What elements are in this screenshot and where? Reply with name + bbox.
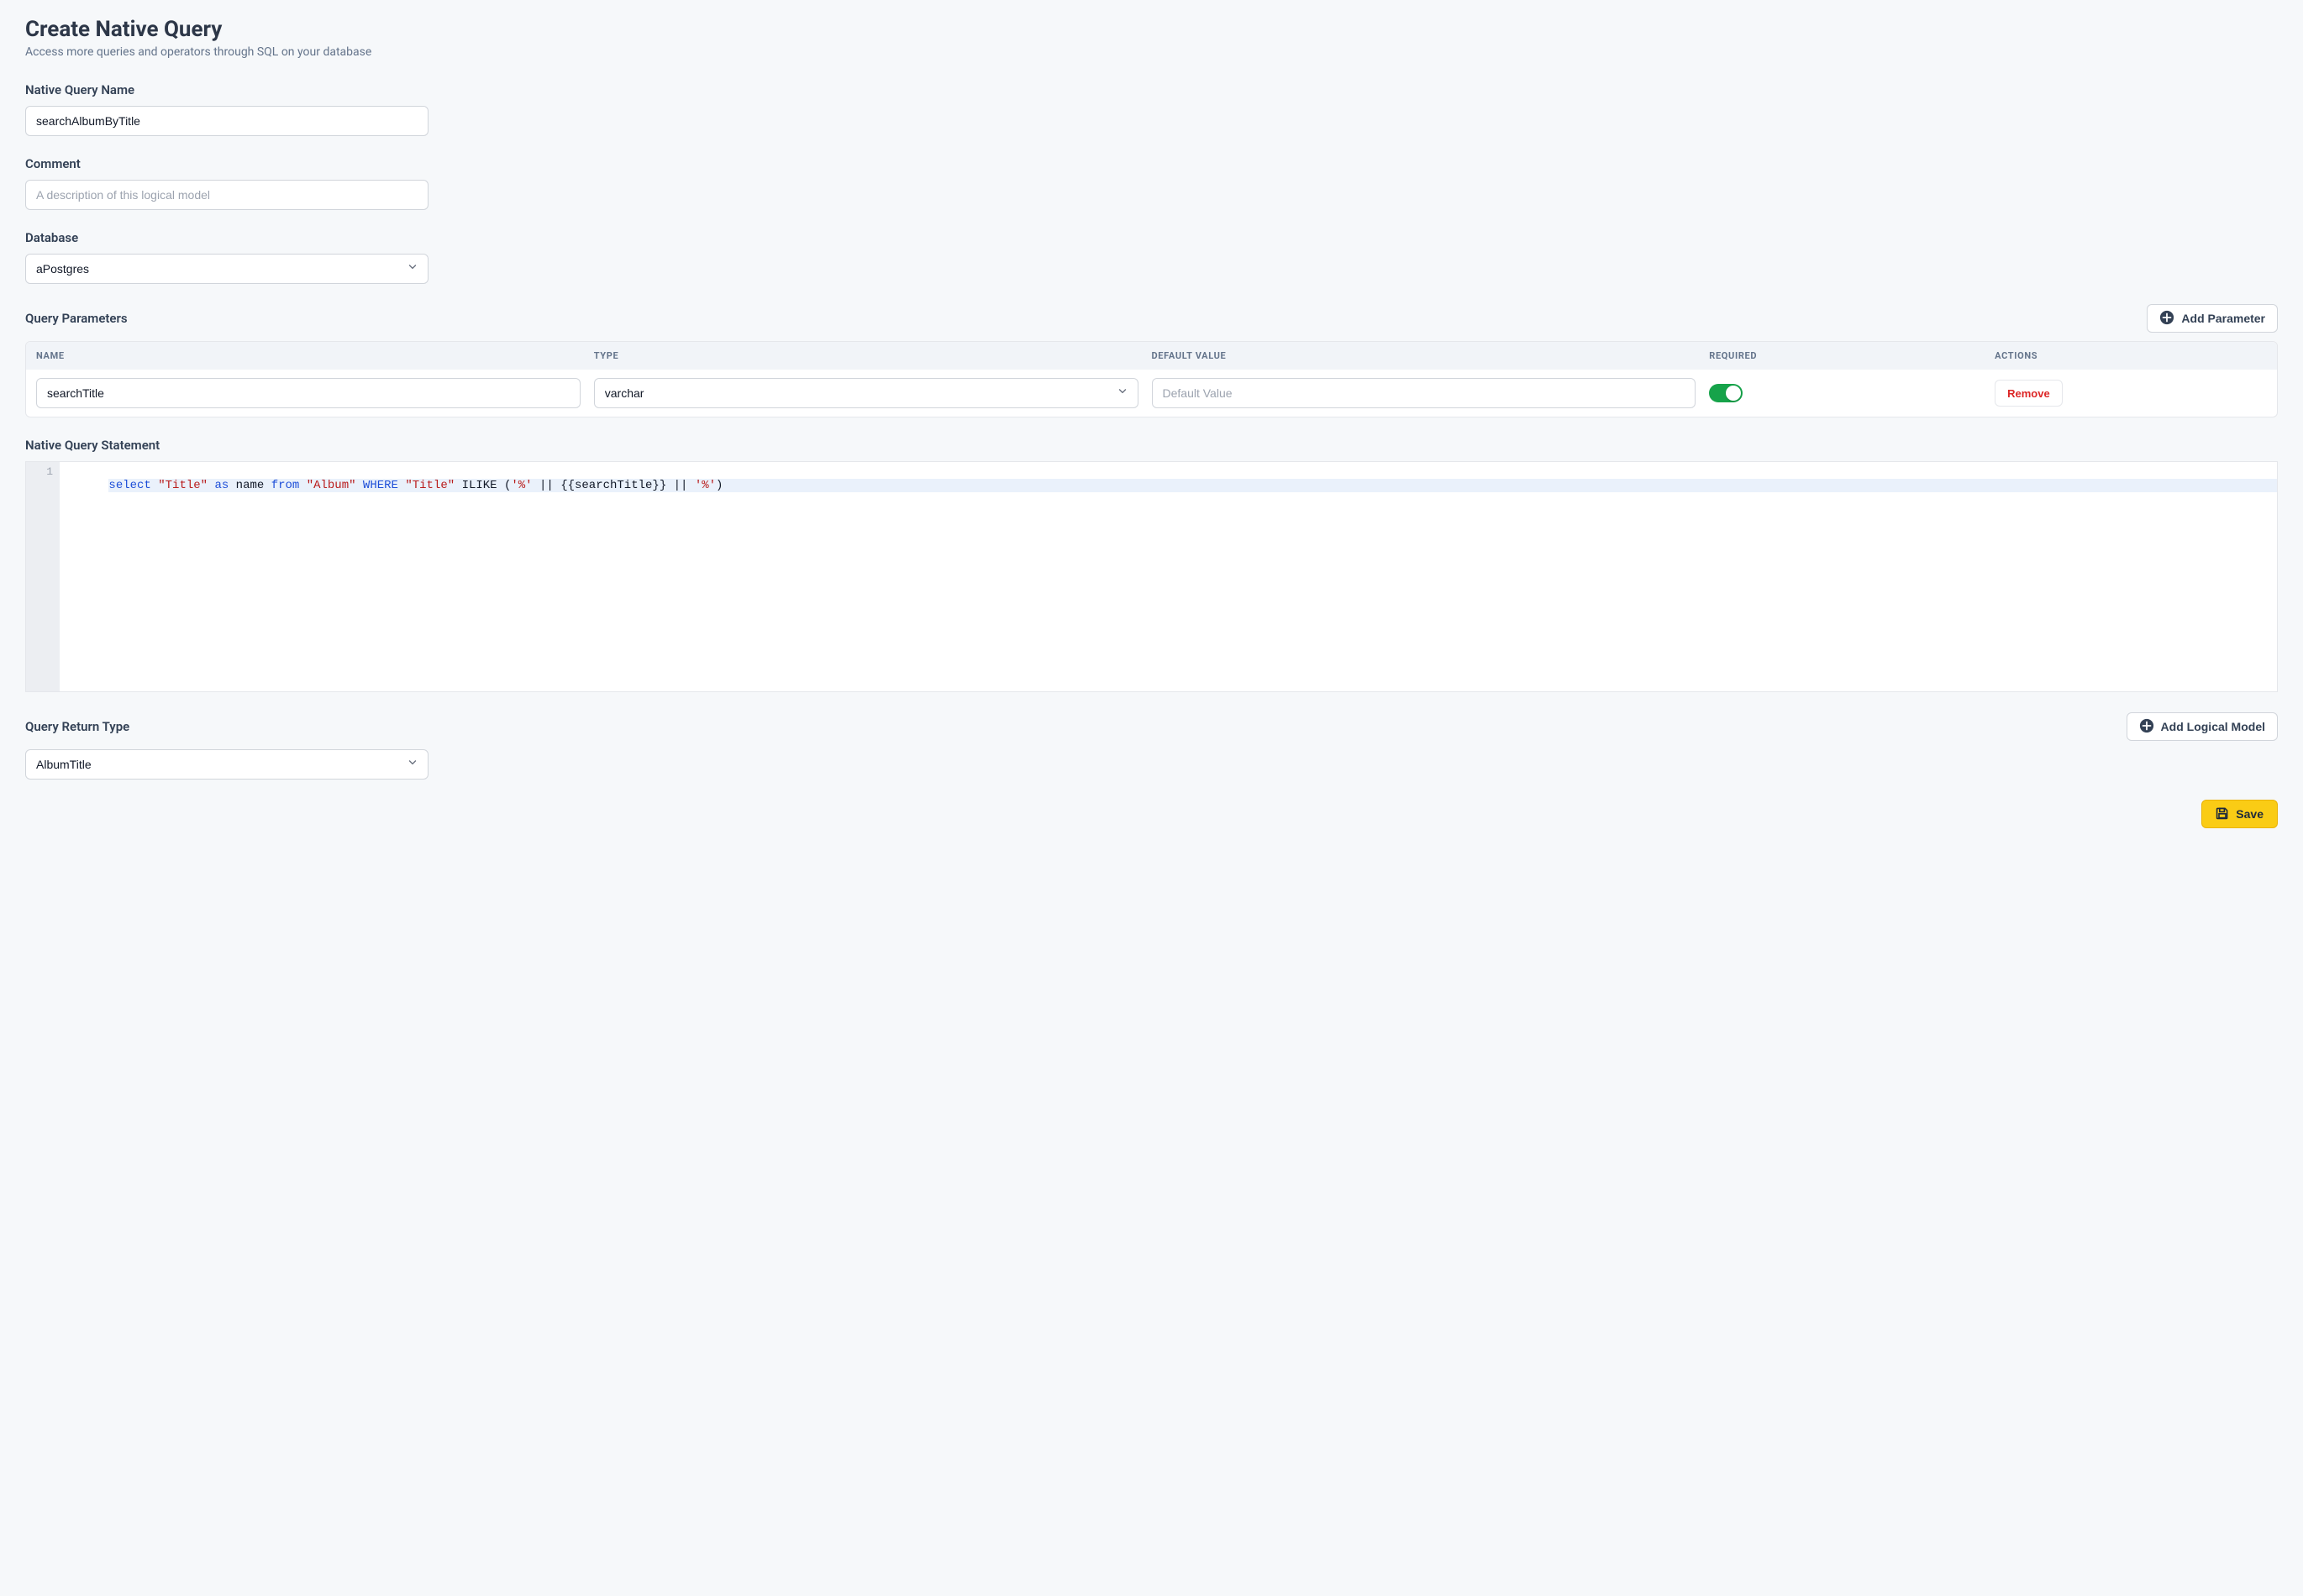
line-number: 1 [29,465,53,478]
add-parameter-label: Add Parameter [2181,312,2265,325]
add-parameter-button[interactable]: Add Parameter [2147,304,2278,333]
save-icon [2216,806,2229,822]
remove-param-button[interactable]: Remove [1995,380,2063,407]
add-logical-model-label: Add Logical Model [2161,720,2265,733]
param-default-input[interactable] [1152,378,1696,408]
select-return-type[interactable]: AlbumTitle [25,749,429,780]
select-database[interactable]: aPostgres [25,254,429,284]
field-group-query-name: Native Query Name [25,82,2278,136]
param-type-select[interactable]: varchar [594,378,1138,408]
page-subtitle: Access more queries and operators throug… [25,45,2278,59]
param-required-toggle[interactable] [1709,384,1743,402]
plus-circle-icon [2139,718,2154,736]
label-return-type: Query Return Type [25,719,129,734]
save-button[interactable]: Save [2201,800,2278,828]
toggle-knob [1726,386,1741,401]
code-token: ILIKE ( [462,479,512,492]
col-header-actions: ACTIONS [1995,350,2267,361]
add-logical-model-button[interactable]: Add Logical Model [2127,712,2278,741]
field-group-database: Database aPostgres [25,230,2278,284]
section-query-statement: Native Query Statement 1 select "Title" … [25,438,2278,692]
code-token: || {{searchTitle}} || [533,479,695,492]
code-token: select [108,479,158,492]
parameters-table-header: NAME TYPE DEFAULT VALUE REQUIRED ACTIONS [26,342,2277,370]
label-query-statement: Native Query Statement [25,438,2278,453]
save-button-label: Save [2236,807,2264,821]
table-row: varchar Remove [26,370,2277,417]
code-token: '%' [511,479,532,492]
col-header-default: DEFAULT VALUE [1152,350,1696,361]
col-header-required: REQUIRED [1709,350,1981,361]
label-query-parameters: Query Parameters [25,311,128,326]
code-gutter: 1 [26,462,60,691]
parameters-table: NAME TYPE DEFAULT VALUE REQUIRED ACTIONS… [25,341,2278,417]
label-comment: Comment [25,156,2278,171]
code-token: ) [716,479,723,492]
field-group-comment: Comment [25,156,2278,210]
input-comment[interactable] [25,180,429,210]
code-token: '%' [695,479,716,492]
label-database: Database [25,230,2278,245]
code-token: name [236,479,271,492]
code-token: as [214,479,235,492]
param-name-input[interactable] [36,378,581,408]
section-query-parameters: Query Parameters Add Parameter NAME TYPE… [25,304,2278,417]
col-header-type: TYPE [594,350,1138,361]
code-token: "Title" [158,479,214,492]
plus-circle-icon [2159,310,2174,328]
code-content[interactable]: select "Title" as name from "Album" WHER… [60,462,2277,691]
page-title: Create Native Query [25,17,2278,42]
code-token: "Title" [405,479,461,492]
section-return-type: Query Return Type Add Logical Model Albu… [25,712,2278,780]
col-header-name: NAME [36,350,581,361]
input-query-name[interactable] [25,106,429,136]
code-token: "Album" [307,479,363,492]
code-token: from [271,479,307,492]
label-query-name: Native Query Name [25,82,2278,97]
footer-actions: Save [25,800,2278,828]
code-token: WHERE [363,479,405,492]
code-editor[interactable]: 1 select "Title" as name from "Album" WH… [25,461,2278,692]
